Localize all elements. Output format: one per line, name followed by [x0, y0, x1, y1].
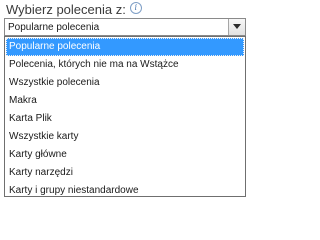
dropdown-option-file-tab[interactable]: Karta Plik: [6, 110, 244, 128]
dropdown-option-all-tabs[interactable]: Wszystkie karty: [6, 128, 244, 146]
dropdown-option-macros[interactable]: Makra: [6, 92, 244, 110]
dropdown-option-popular-commands[interactable]: Popularne polecenia: [6, 38, 244, 56]
info-icon[interactable]: i: [129, 2, 142, 14]
commands-source-dropdown-list: Popularne polecenia Polecenia, których n…: [4, 36, 246, 197]
dropdown-option-custom-tabs-groups[interactable]: Karty i grupy niestandardowe: [6, 182, 244, 200]
choose-commands-label: Wybierz polecenia z:: [6, 2, 126, 17]
combobox-dropdown-button[interactable]: [228, 19, 245, 35]
dropdown-option-all-commands[interactable]: Wszystkie polecenia: [6, 74, 244, 92]
chevron-down-icon: [233, 24, 241, 29]
combobox-selected-value: Popularne polecenia: [8, 22, 100, 33]
dropdown-option-main-tabs[interactable]: Karty główne: [6, 146, 244, 164]
choose-commands-header: Wybierz polecenia z: i: [6, 2, 142, 18]
dropdown-option-commands-not-in-ribbon[interactable]: Polecenia, których nie ma na Wstążce: [6, 56, 244, 74]
dropdown-option-tool-tabs[interactable]: Karty narzędzi: [6, 164, 244, 182]
choose-commands-panel: Wybierz polecenia z: i Popularne polecen…: [0, 0, 250, 200]
commands-source-combobox[interactable]: Popularne polecenia: [4, 18, 246, 36]
